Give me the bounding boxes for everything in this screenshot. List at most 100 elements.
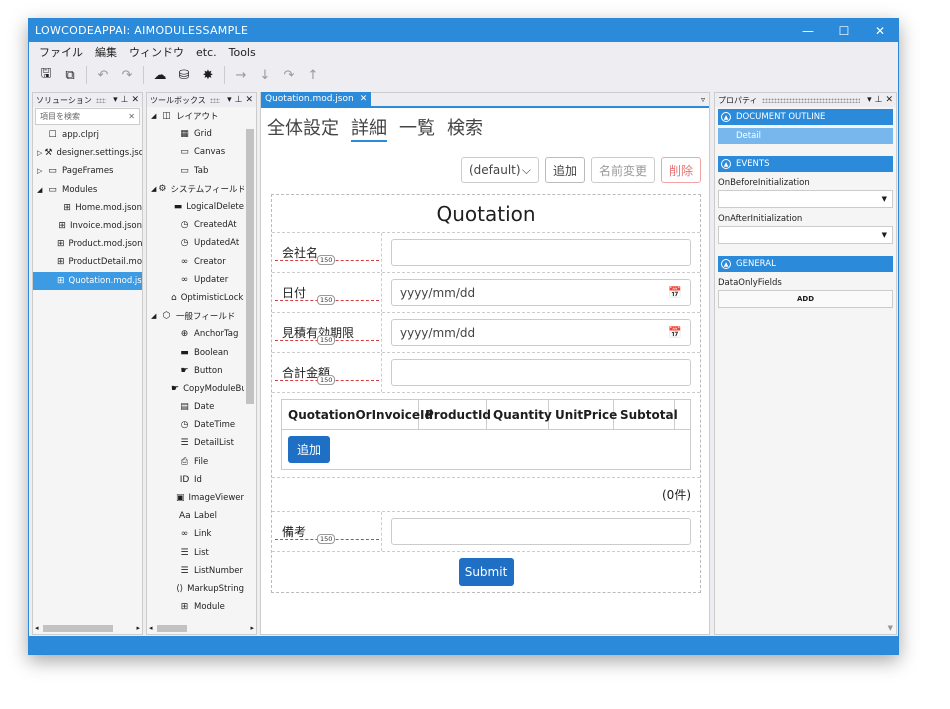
tree-item[interactable]: ☰ ListNumber xyxy=(147,562,244,580)
tree-item[interactable]: ◢ ⚙ システムフィールド xyxy=(147,180,244,198)
rename-layout-button[interactable]: 名前変更 xyxy=(590,157,655,183)
step-into-icon[interactable]: ↓ xyxy=(254,64,276,86)
dropdown-icon[interactable]: ▾ xyxy=(113,95,118,105)
submit-button[interactable]: Submit xyxy=(458,558,514,586)
column-header[interactable]: ProductId xyxy=(419,400,491,429)
expand-arrow-icon[interactable]: ◢ xyxy=(151,312,159,320)
tree-item[interactable]: ☛CopyModuleButton xyxy=(147,380,244,398)
tree-item[interactable]: ◢ ◫ レイアウト xyxy=(147,107,244,125)
tab-search[interactable]: 検索 xyxy=(447,114,483,142)
maximize-button[interactable]: ☐ xyxy=(826,24,862,38)
pin-icon[interactable]: ⊥ xyxy=(875,95,883,105)
scroll-right-icon[interactable]: ▸ xyxy=(136,624,140,632)
tree-item[interactable]: ⊕ AnchorTag xyxy=(147,325,244,343)
expand-arrow-icon[interactable]: ▷ xyxy=(37,167,45,175)
general-header[interactable]: ▲ GENERAL xyxy=(718,256,893,272)
tree-item[interactable]: ☰ DetailList xyxy=(147,434,244,452)
tree-item[interactable]: ⊞Quotation.mod.json xyxy=(33,271,142,290)
tree-item[interactable]: ∞ Creator xyxy=(147,253,244,271)
close-tab-icon[interactable]: ✕ xyxy=(360,94,368,104)
horizontal-scrollbar[interactable]: ◂ ▸ xyxy=(149,623,254,633)
tree-item[interactable]: ▬ LogicalDelete xyxy=(147,198,244,216)
tree-item[interactable]: ⊞ Home.mod.json xyxy=(33,199,142,217)
tree-item[interactable]: ◷ DateTime xyxy=(147,416,244,434)
field-input[interactable]: yyyy/mm/dd 📅 xyxy=(391,279,691,306)
events-header[interactable]: ▲ EVENTS xyxy=(718,156,893,172)
tree-item[interactable]: ⌂OptimisticLocking xyxy=(147,289,244,307)
drag-grip[interactable] xyxy=(209,97,221,103)
solution-search-input[interactable]: 項目を検索 ✕ xyxy=(35,108,140,125)
note-input[interactable] xyxy=(391,518,691,545)
menu-tools[interactable]: Tools xyxy=(223,46,262,59)
column-header[interactable]: Quantity xyxy=(487,400,552,429)
scroll-left-icon[interactable]: ◂ xyxy=(149,624,153,632)
scroll-right-icon[interactable]: ▸ xyxy=(250,624,254,632)
tree-item[interactable]: Aa Label xyxy=(147,507,244,525)
tree-item[interactable]: ☐ app.clprj xyxy=(33,126,142,144)
close-icon[interactable]: ✕ xyxy=(131,95,139,105)
menu-file[interactable]: ファイル xyxy=(33,44,89,60)
tab-general-settings[interactable]: 全体設定 xyxy=(267,114,339,142)
tab-detail[interactable]: 詳細 xyxy=(351,114,387,142)
add-data-only-field-button[interactable]: ADD xyxy=(718,290,893,308)
tree-item[interactable]: ⊞ProductDetail.mod.json xyxy=(33,253,142,271)
tree-item[interactable]: ⊞ Module xyxy=(147,598,244,616)
redo-icon[interactable]: ↷ xyxy=(116,64,138,86)
minimize-button[interactable]: — xyxy=(790,24,826,38)
field-input[interactable] xyxy=(391,359,691,386)
tree-item[interactable]: ▣ ImageViewer xyxy=(147,489,244,507)
on-before-init-select[interactable]: ▼ xyxy=(718,190,893,208)
tree-item[interactable]: ⟨⟩ MarkupString xyxy=(147,580,244,598)
step-over-icon[interactable]: → xyxy=(230,64,252,86)
expand-arrow-icon[interactable]: ◢ xyxy=(151,185,156,193)
field-input[interactable] xyxy=(391,239,691,266)
step-back-icon[interactable]: ↷ xyxy=(278,64,300,86)
collapse-icon[interactable]: ▲ xyxy=(721,159,731,169)
calendar-icon[interactable]: 📅 xyxy=(668,326,682,339)
database-icon[interactable]: ⛁ xyxy=(173,64,195,86)
tree-item[interactable]: ▷ ▭ PageFrames xyxy=(33,162,142,180)
scroll-thumb[interactable] xyxy=(246,129,254,404)
column-header[interactable]: Subtotal xyxy=(614,400,678,429)
tree-item[interactable]: ◢ ⬡ 一般フィールド xyxy=(147,307,244,325)
tab-list-dropdown-icon[interactable]: ▿ xyxy=(701,95,709,104)
document-outline-header[interactable]: ▲ DOCUMENT OUTLINE xyxy=(718,109,893,125)
tree-item[interactable]: ◢ ▭ Modules xyxy=(33,181,142,199)
layout-select[interactable]: (default) ⌵ xyxy=(460,157,539,183)
save-all-icon[interactable]: ⧉ xyxy=(59,64,81,86)
outline-item-detail[interactable]: Detail xyxy=(718,128,893,144)
document-tab[interactable]: Quotation.mod.json ✕ xyxy=(261,92,372,106)
menu-etc[interactable]: etc. xyxy=(190,46,223,59)
vertical-scrollbar[interactable] xyxy=(246,121,255,620)
scroll-thumb[interactable] xyxy=(156,624,187,632)
collapse-icon[interactable]: ▲ xyxy=(721,259,731,269)
expand-arrow-icon[interactable]: ◢ xyxy=(37,186,45,194)
tree-item[interactable]: ▭ Canvas xyxy=(147,143,244,161)
pin-icon[interactable]: ⊥ xyxy=(235,95,243,105)
column-header[interactable]: UnitPrice xyxy=(549,400,617,429)
field-row[interactable]: 合計金額 150 xyxy=(272,353,700,393)
step-out-icon[interactable]: ↑ xyxy=(302,64,324,86)
field-row[interactable]: 会社名 150 xyxy=(272,233,700,273)
tree-item[interactable]: ⊞ Product.mod.json xyxy=(33,235,142,253)
tree-item[interactable]: ∞ Updater xyxy=(147,271,244,289)
tree-item[interactable]: ◷ CreatedAt xyxy=(147,216,244,234)
tree-item[interactable]: ⊞ Invoice.mod.json xyxy=(33,217,142,235)
tree-item[interactable]: ◷ UpdatedAt xyxy=(147,234,244,252)
tree-item[interactable]: ▭ Tab xyxy=(147,162,244,180)
drag-grip[interactable] xyxy=(761,97,861,103)
scroll-thumb[interactable] xyxy=(42,624,113,632)
add-row-button[interactable]: 追加 xyxy=(288,436,330,463)
close-button[interactable]: ✕ xyxy=(862,24,898,38)
dropdown-icon[interactable]: ▾ xyxy=(867,95,872,105)
calendar-icon[interactable]: 📅 xyxy=(668,286,682,299)
undo-icon[interactable]: ↶ xyxy=(92,64,114,86)
tree-item[interactable]: ▤ Date xyxy=(147,398,244,416)
menu-window[interactable]: ウィンドウ xyxy=(123,44,190,60)
close-icon[interactable]: ✕ xyxy=(885,95,893,105)
tree-item[interactable]: ▬ Boolean xyxy=(147,343,244,361)
clear-search-icon[interactable]: ✕ xyxy=(128,112,135,121)
tree-item[interactable]: ∞ Link xyxy=(147,525,244,543)
tab-list[interactable]: 一覧 xyxy=(399,114,435,142)
field-row[interactable]: 日付 150 yyyy/mm/dd 📅 xyxy=(272,273,700,313)
